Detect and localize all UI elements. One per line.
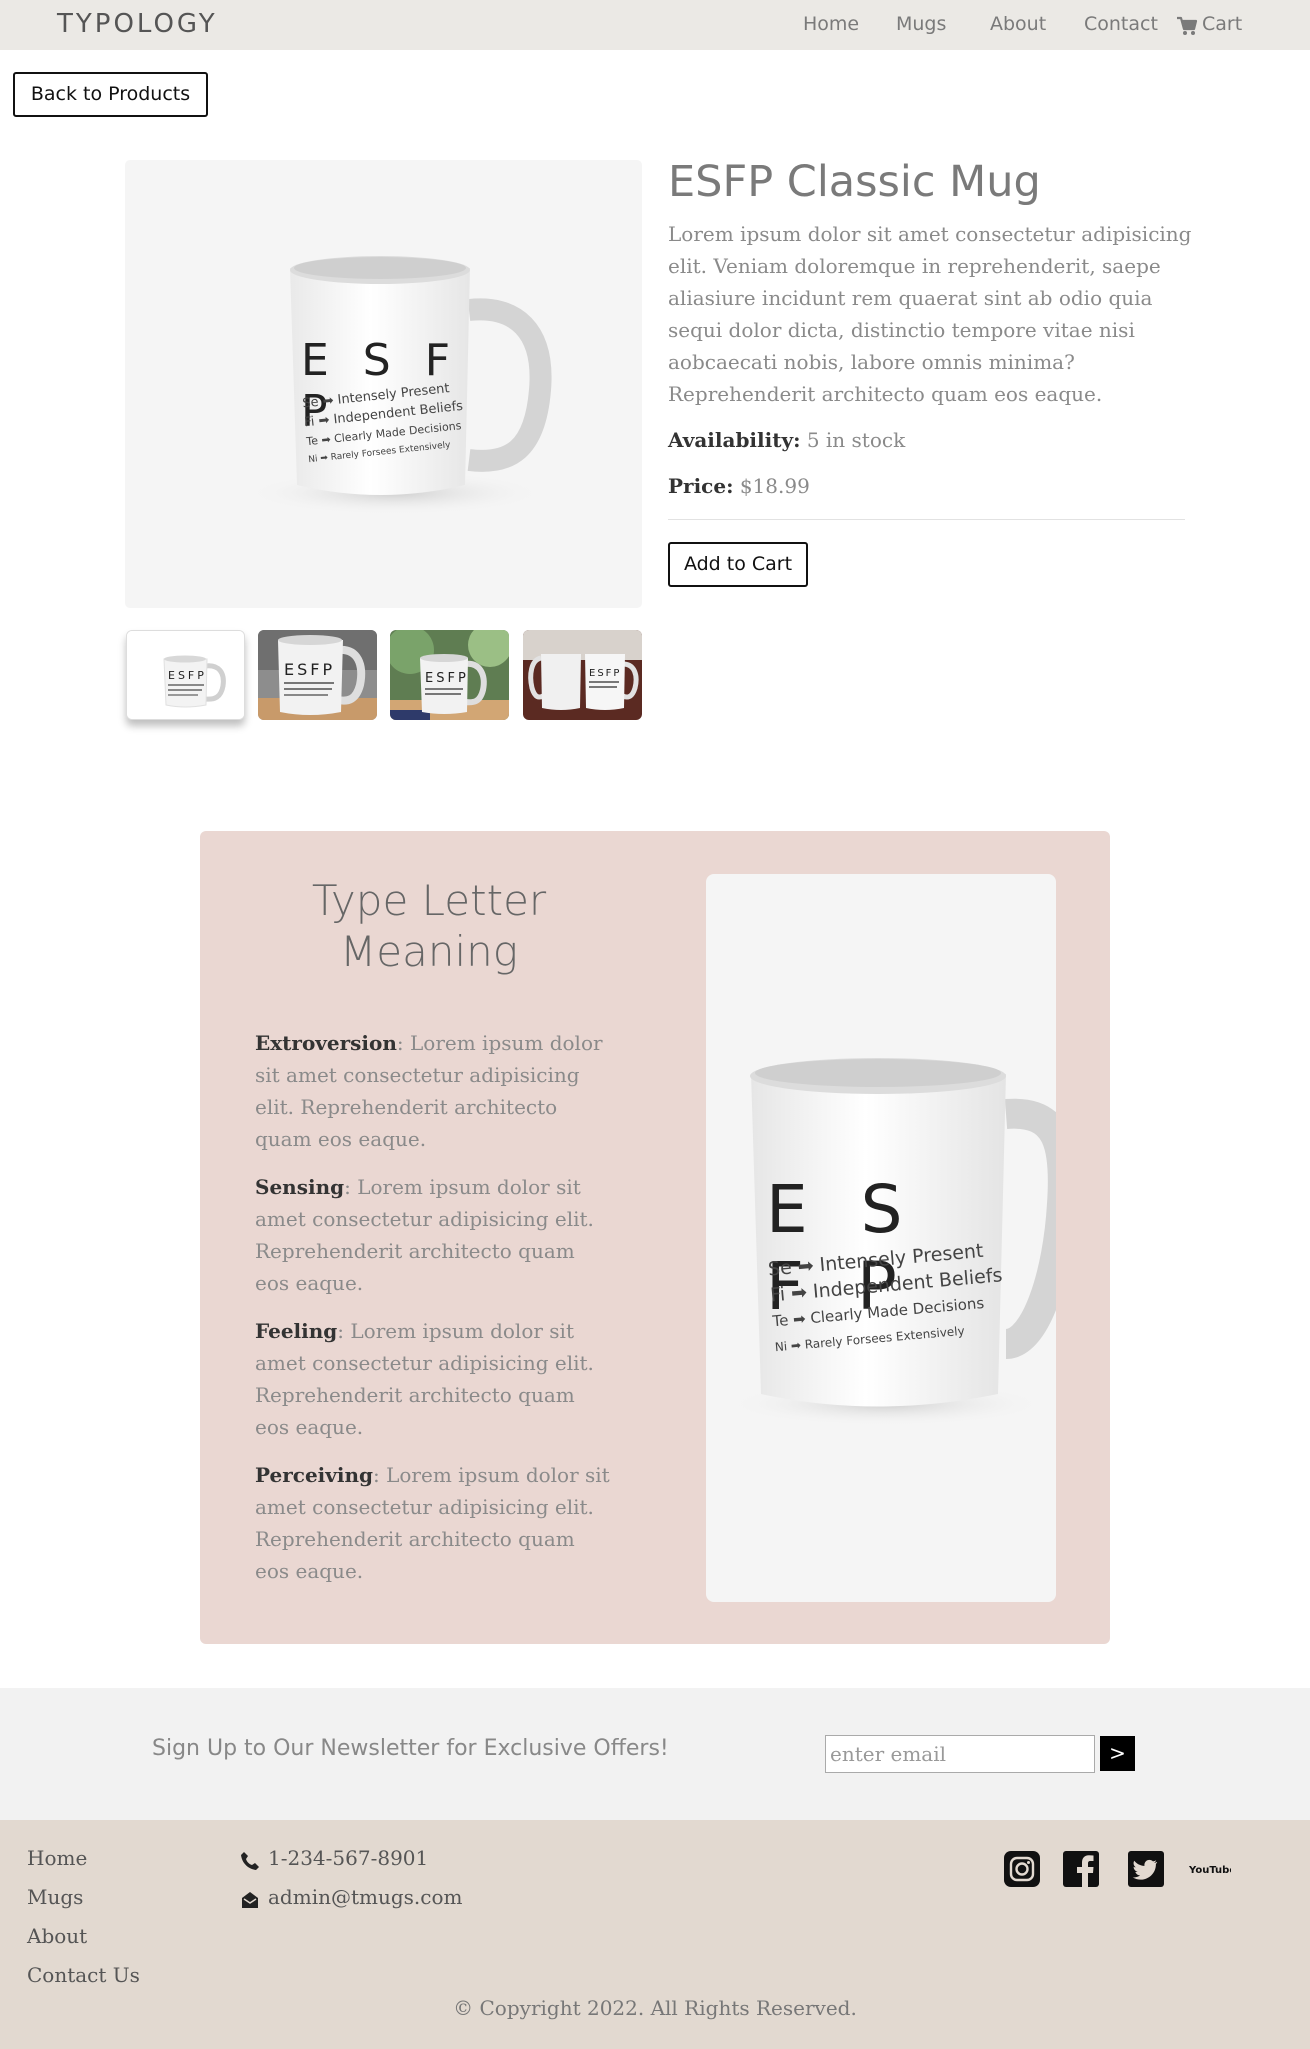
facebook-icon[interactable]	[1062, 1850, 1100, 1888]
price-value: $18.99	[739, 474, 810, 498]
meaning-item-feeling: Feeling: Lorem ipsum dolor sit amet cons…	[255, 1315, 615, 1443]
meaning-term: Extroversion	[255, 1031, 397, 1055]
meaning-item-sensing: Sensing: Lorem ipsum dolor sit amet cons…	[255, 1171, 615, 1299]
footer-link-contact-us[interactable]: Contact Us	[27, 1963, 140, 1987]
twitter-icon[interactable]	[1127, 1850, 1165, 1888]
nav-mugs[interactable]: Mugs	[896, 13, 946, 35]
meaning-item-extroversion: Extroversion: Lorem ipsum dolor sit amet…	[255, 1027, 615, 1155]
product-main-image: E S F P Se ➡ Intensely Present Fi ➡ Inde…	[125, 160, 642, 608]
meaning-term: Sensing	[255, 1175, 345, 1199]
product-description: Lorem ipsum dolor sit amet consectetur a…	[668, 222, 1192, 406]
divider	[668, 519, 1185, 520]
footer-link-about[interactable]: About	[27, 1924, 87, 1948]
nav-home[interactable]: Home	[803, 13, 859, 35]
email-input[interactable]	[825, 1735, 1095, 1773]
meaning-term: Feeling	[255, 1319, 338, 1343]
svg-text:ESFP: ESFP	[168, 669, 207, 682]
nav-contact[interactable]: Contact	[1084, 13, 1158, 35]
meaning-mug-image: E S F P Se ➡ Intensely Present Fi ➡ Inde…	[706, 874, 1056, 1602]
phone-number[interactable]: 1-234-567-8901	[268, 1846, 428, 1870]
navbar: TYPOLOGY Home Mugs About Contact Cart	[0, 0, 1310, 50]
cart-icon[interactable]	[1176, 16, 1198, 36]
availability-label: Availability:	[668, 428, 801, 452]
thumbnail-3[interactable]: ESFP	[390, 630, 509, 720]
add-to-cart-button[interactable]: Add to Cart	[668, 542, 808, 587]
back-to-products-button[interactable]: Back to Products	[13, 72, 208, 117]
price-label: Price:	[668, 474, 734, 498]
envelope-icon	[242, 1892, 258, 1908]
brand-logo[interactable]: TYPOLOGY	[57, 9, 218, 39]
thumbnail-4[interactable]: ESFP	[523, 630, 642, 720]
svg-text:ESFP: ESFP	[589, 668, 621, 679]
youtube-icon[interactable]: YouTube	[1187, 1850, 1231, 1888]
mug-text-large: Se ➡ Intensely Present Fi ➡ Independent …	[767, 1236, 1015, 1361]
instagram-icon[interactable]	[1003, 1850, 1041, 1888]
availability-row: Availability: 5 in stock	[668, 428, 905, 452]
footer-link-home[interactable]: Home	[27, 1846, 87, 1870]
availability-value: 5 in stock	[806, 428, 906, 452]
copyright: © Copyright 2022. All Rights Reserved.	[453, 1996, 857, 2020]
meaning-title: Type Letter Meaning	[311, 876, 547, 976]
thumbnail-1[interactable]: ESFP	[126, 630, 245, 720]
nav-about[interactable]: About	[990, 13, 1046, 35]
newsletter-text: Sign Up to Our Newsletter for Exclusive …	[152, 1736, 669, 1761]
svg-text:ESFP: ESFP	[425, 671, 469, 686]
price-row: Price: $18.99	[668, 474, 810, 498]
phone-icon	[241, 1852, 259, 1870]
email-address[interactable]: admin@tmugs.com	[268, 1885, 462, 1909]
thumbnail-2[interactable]: ESFP	[258, 630, 377, 720]
meaning-term: Perceiving	[255, 1463, 374, 1487]
svg-text:ESFP: ESFP	[284, 660, 335, 679]
newsletter-submit-button[interactable]: >	[1100, 1736, 1135, 1771]
youtube-text: YouTube	[1188, 1865, 1231, 1876]
footer-link-mugs[interactable]: Mugs	[27, 1885, 83, 1909]
product-title: ESFP Classic Mug	[668, 157, 1041, 207]
nav-cart[interactable]: Cart	[1202, 13, 1242, 35]
meaning-item-perceiving: Perceiving: Lorem ipsum dolor sit amet c…	[255, 1459, 615, 1587]
